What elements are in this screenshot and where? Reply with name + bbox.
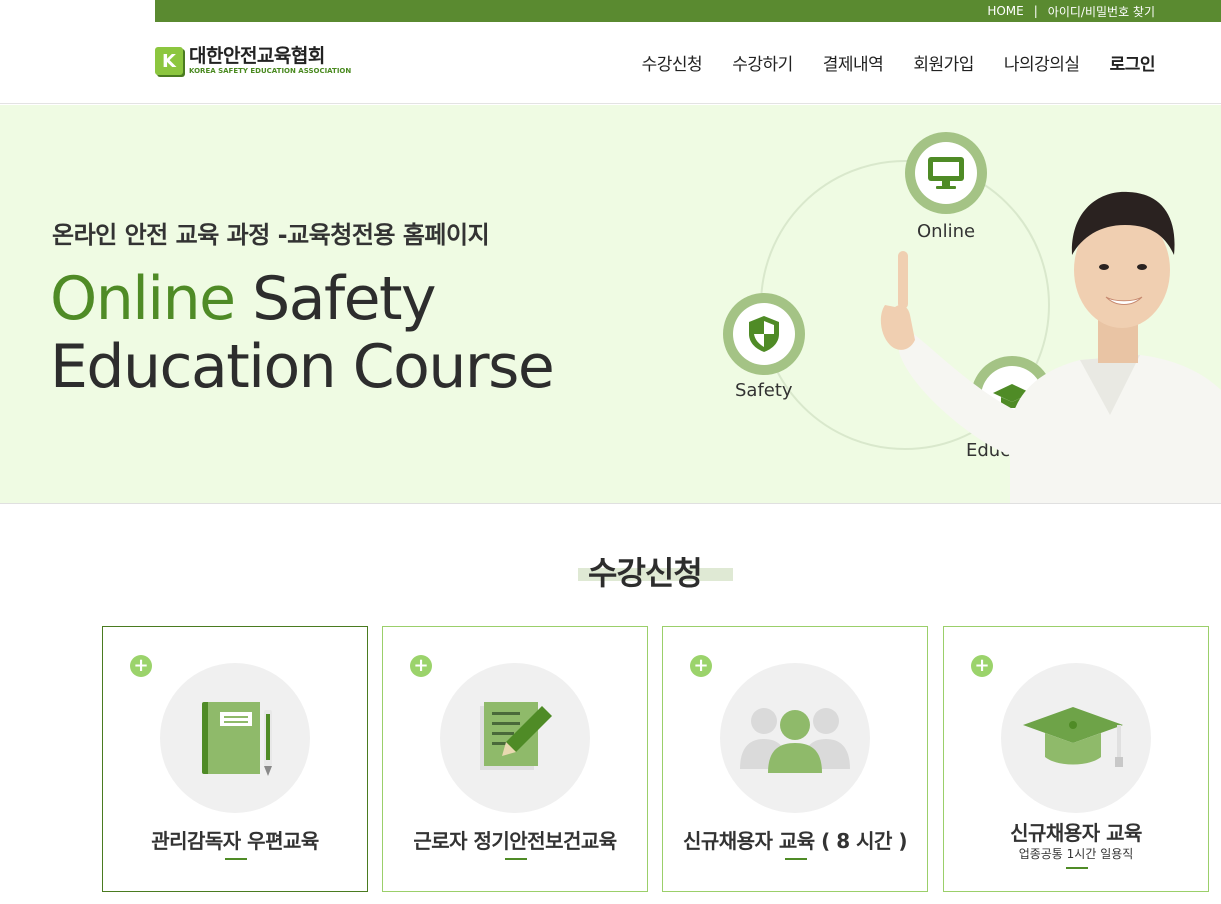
plus-icon: +	[690, 655, 712, 677]
hero-banner: 온라인 안전 교육 과정 -교육청전용 홈페이지 Online Safety E…	[0, 105, 1221, 504]
plus-icon: +	[410, 655, 432, 677]
card-label: 신규채용자 교육	[1010, 821, 1142, 845]
card-label: 근로자 정기안전보건교육	[413, 829, 617, 853]
people-icon	[720, 663, 870, 813]
graduation-cap-icon	[1001, 663, 1151, 813]
find-account-link[interactable]: 아이디/비밀번호 찾기	[1048, 3, 1155, 20]
course-card-new-hire-8h[interactable]: + 신규채용자 교육 ( 8 시간 )	[662, 626, 928, 892]
logo-title: 대한안전교육협회	[189, 45, 325, 67]
card-label: 관리감독자 우편교육	[151, 829, 319, 853]
hero-title-highlight: Online	[50, 264, 236, 334]
nav-item-enroll[interactable]: 수강신청	[642, 50, 703, 75]
card-underline	[505, 858, 527, 860]
main-nav: 수강신청 수강하기 결제내역 회원가입 나의강의실 로그인	[612, 50, 1156, 75]
nav-item-my-classroom[interactable]: 나의강의실	[1004, 50, 1080, 75]
hero-title: Online Safety Education Course	[50, 264, 555, 402]
nav-item-signup[interactable]: 회원가입	[913, 50, 974, 75]
utility-separator: |	[1033, 4, 1038, 18]
shield-icon	[733, 303, 795, 365]
section-title: 수강신청	[588, 554, 703, 592]
topbar-left-spacer	[0, 0, 155, 22]
safety-badge	[723, 293, 805, 375]
top-utility-bar: HOME | 아이디/비밀번호 찾기	[0, 0, 1221, 22]
instructor-photo	[880, 191, 1221, 503]
nav-item-take-course[interactable]: 수강하기	[732, 50, 793, 75]
card-underline	[785, 858, 807, 860]
nav-item-login[interactable]: 로그인	[1110, 50, 1156, 75]
plus-icon: +	[971, 655, 993, 677]
nav-item-payments[interactable]: 결제내역	[823, 50, 884, 75]
notebook-icon	[160, 663, 310, 813]
course-card-new-hire-1h[interactable]: + 신규채용자 교육 업종공통 1시간 일용직	[943, 626, 1209, 892]
card-underline	[1066, 867, 1088, 869]
hero-title-rest: Safety	[234, 264, 436, 334]
card-label: 신규채용자 교육 ( 8 시간 )	[682, 829, 908, 853]
utility-links: HOME | 아이디/비밀번호 찾기	[987, 0, 1155, 22]
card-sublabel: 업종공통 1시간 일용직	[1018, 847, 1134, 861]
section-heading: 수강신청	[578, 548, 738, 596]
logo-text: 대한안전교육협회 KOREA SAFETY EDUCATION ASSOCIAT…	[189, 46, 351, 76]
hero-kicker: 온라인 안전 교육 과정 -교육청전용 홈페이지	[52, 221, 490, 249]
document-pen-icon	[440, 663, 590, 813]
hero-title-line2: Education Course	[50, 332, 555, 402]
site-header: K 대한안전교육협회 KOREA SAFETY EDUCATION ASSOCI…	[0, 22, 1221, 104]
card-underline	[225, 858, 247, 860]
course-card-manager-mail[interactable]: + 관리감독자 우편교육	[102, 626, 368, 892]
course-card-worker-regular[interactable]: + 근로자 정기안전보건교육	[382, 626, 648, 892]
home-link[interactable]: HOME	[987, 4, 1023, 18]
safety-badge-label: Safety	[735, 380, 793, 401]
site-logo[interactable]: K 대한안전교육협회 KOREA SAFETY EDUCATION ASSOCI…	[155, 46, 351, 76]
logo-mark: K	[155, 47, 183, 75]
plus-icon: +	[130, 655, 152, 677]
logo-subtitle: KOREA SAFETY EDUCATION ASSOCIATION	[189, 67, 352, 75]
